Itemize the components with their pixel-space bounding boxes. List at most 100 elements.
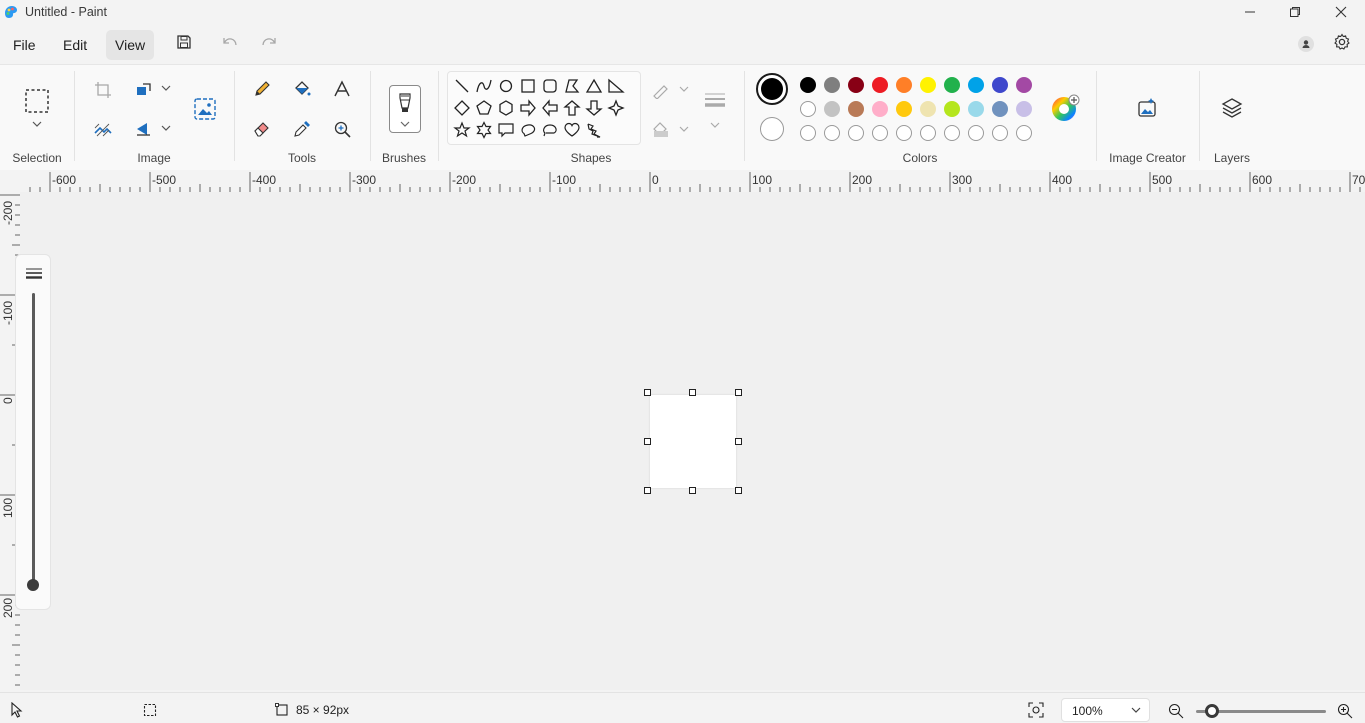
save-button[interactable] <box>176 34 192 50</box>
oval-shape-icon[interactable] <box>497 77 515 95</box>
resize-handle-top[interactable] <box>689 389 696 396</box>
rotate-dropdown[interactable] <box>161 125 171 131</box>
zoom-out-button[interactable] <box>1168 703 1184 719</box>
palette-color-swatch[interactable] <box>944 101 960 117</box>
five-point-star-shape-icon[interactable] <box>453 121 471 139</box>
palette-color-swatch[interactable] <box>800 101 816 117</box>
palette-color-swatch[interactable] <box>1016 77 1032 93</box>
line-size-button[interactable] <box>703 91 727 111</box>
brush-size-track[interactable] <box>32 293 35 585</box>
oval-callout-shape-icon[interactable] <box>519 121 537 139</box>
brushes-button[interactable] <box>389 85 421 133</box>
shape-outline-button[interactable] <box>652 81 670 99</box>
palette-color-swatch[interactable] <box>824 77 840 93</box>
custom-color-slot[interactable] <box>968 125 984 141</box>
menu-file[interactable]: File <box>4 30 45 60</box>
custom-color-slot[interactable] <box>992 125 1008 141</box>
fit-to-window-button[interactable] <box>1028 702 1044 718</box>
brush-size-slider-thumb[interactable] <box>27 579 39 591</box>
resize-handle-top-right[interactable] <box>735 389 742 396</box>
account-button[interactable] <box>1297 35 1315 53</box>
selection-dropdown[interactable] <box>32 121 42 127</box>
heart-shape-icon[interactable] <box>563 121 581 139</box>
down-arrow-shape-icon[interactable] <box>585 99 603 117</box>
custom-color-slot[interactable] <box>1016 125 1032 141</box>
right-triangle-shape-icon[interactable] <box>607 77 625 95</box>
palette-color-swatch[interactable] <box>848 77 864 93</box>
redo-button[interactable] <box>260 34 278 50</box>
rectangular-callout-shape-icon[interactable] <box>497 121 515 139</box>
triangle-shape-icon[interactable] <box>585 77 603 95</box>
image-select-button[interactable] <box>193 97 217 121</box>
edit-colors-button[interactable] <box>1050 94 1080 124</box>
palette-color-swatch[interactable] <box>1016 101 1032 117</box>
color-picker-tool-button[interactable] <box>293 120 311 138</box>
pencil-tool-button[interactable] <box>253 80 271 98</box>
resize-handle-bottom-right[interactable] <box>735 487 742 494</box>
layers-button[interactable] <box>1221 97 1243 119</box>
shape-fill-dropdown[interactable] <box>679 126 689 132</box>
palette-color-swatch[interactable] <box>848 101 864 117</box>
six-point-star-shape-icon[interactable] <box>475 121 493 139</box>
palette-color-swatch[interactable] <box>872 101 888 117</box>
resize-handle-bottom[interactable] <box>689 487 696 494</box>
primary-color-swatch[interactable] <box>756 73 788 105</box>
palette-color-swatch[interactable] <box>800 77 816 93</box>
undo-button[interactable] <box>221 34 239 50</box>
minimize-button[interactable] <box>1227 0 1273 24</box>
palette-color-swatch[interactable] <box>824 101 840 117</box>
maximize-button[interactable] <box>1272 0 1318 24</box>
text-tool-button[interactable] <box>333 80 351 98</box>
resize-dropdown[interactable] <box>161 85 171 91</box>
curve-shape-icon[interactable] <box>475 77 493 95</box>
custom-color-slot[interactable] <box>824 125 840 141</box>
left-arrow-shape-icon[interactable] <box>541 99 559 117</box>
custom-color-slot[interactable] <box>800 125 816 141</box>
drawing-canvas[interactable] <box>650 395 736 488</box>
palette-color-swatch[interactable] <box>872 77 888 93</box>
fill-tool-button[interactable] <box>293 80 311 98</box>
diamond-shape-icon[interactable] <box>453 99 471 117</box>
polygon-shape-icon[interactable] <box>563 77 581 95</box>
hexagon-shape-icon[interactable] <box>497 99 515 117</box>
line-shape-icon[interactable] <box>453 77 471 95</box>
settings-button[interactable] <box>1333 33 1351 51</box>
lightning-shape-icon[interactable] <box>585 121 603 139</box>
resize-handle-right[interactable] <box>735 438 742 445</box>
magnifier-tool-button[interactable] <box>333 120 351 138</box>
palette-color-swatch[interactable] <box>992 101 1008 117</box>
cloud-callout-shape-icon[interactable] <box>541 121 559 139</box>
line-size-dropdown[interactable] <box>710 122 720 128</box>
custom-color-slot[interactable] <box>944 125 960 141</box>
four-point-star-shape-icon[interactable] <box>607 99 625 117</box>
remove-background-button[interactable] <box>94 121 112 139</box>
palette-color-swatch[interactable] <box>896 77 912 93</box>
palette-color-swatch[interactable] <box>920 101 936 117</box>
rounded-rectangle-shape-icon[interactable] <box>541 77 559 95</box>
palette-color-swatch[interactable] <box>992 77 1008 93</box>
menu-edit[interactable]: Edit <box>54 30 96 60</box>
resize-handle-bottom-left[interactable] <box>644 487 651 494</box>
palette-color-swatch[interactable] <box>944 77 960 93</box>
image-creator-button[interactable] <box>1136 97 1158 119</box>
eraser-tool-button[interactable] <box>253 120 271 138</box>
palette-color-swatch[interactable] <box>920 77 936 93</box>
custom-color-slot[interactable] <box>848 125 864 141</box>
selection-tool-button[interactable] <box>24 88 50 114</box>
resize-handle-left[interactable] <box>644 438 651 445</box>
palette-color-swatch[interactable] <box>896 101 912 117</box>
up-arrow-shape-icon[interactable] <box>563 99 581 117</box>
zoom-slider-thumb[interactable] <box>1204 704 1219 718</box>
secondary-color-swatch[interactable] <box>760 117 784 141</box>
rectangle-shape-icon[interactable] <box>519 77 537 95</box>
palette-color-swatch[interactable] <box>968 77 984 93</box>
resize-button[interactable] <box>135 81 153 99</box>
zoom-level-dropdown[interactable]: 100% <box>1061 698 1150 722</box>
right-arrow-shape-icon[interactable] <box>519 99 537 117</box>
palette-color-swatch[interactable] <box>968 101 984 117</box>
resize-handle-top-left[interactable] <box>644 389 651 396</box>
custom-color-slot[interactable] <box>896 125 912 141</box>
shape-outline-dropdown[interactable] <box>679 86 689 92</box>
menu-view[interactable]: View <box>106 30 155 60</box>
custom-color-slot[interactable] <box>872 125 888 141</box>
